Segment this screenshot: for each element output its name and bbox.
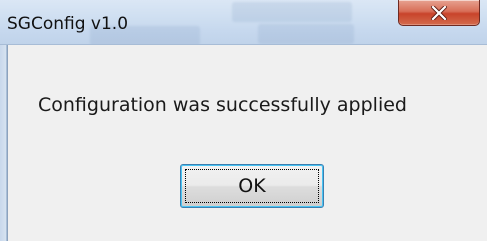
ok-button[interactable]: OK (180, 164, 324, 208)
window-frame (0, 45, 7, 241)
background-blur (232, 2, 352, 22)
close-icon (431, 5, 447, 20)
background-blur (258, 24, 354, 44)
title-bar[interactable]: SGConfig v1.0 (0, 0, 487, 45)
close-button[interactable] (398, 0, 480, 26)
ok-button-label: OK (238, 175, 266, 197)
dialog-message: Configuration was successfully applied (38, 94, 407, 116)
window-frame-edge (7, 45, 8, 241)
dialog-window: SGConfig v1.0 Configuration was successf… (0, 0, 487, 241)
window-title: SGConfig v1.0 (7, 14, 129, 34)
